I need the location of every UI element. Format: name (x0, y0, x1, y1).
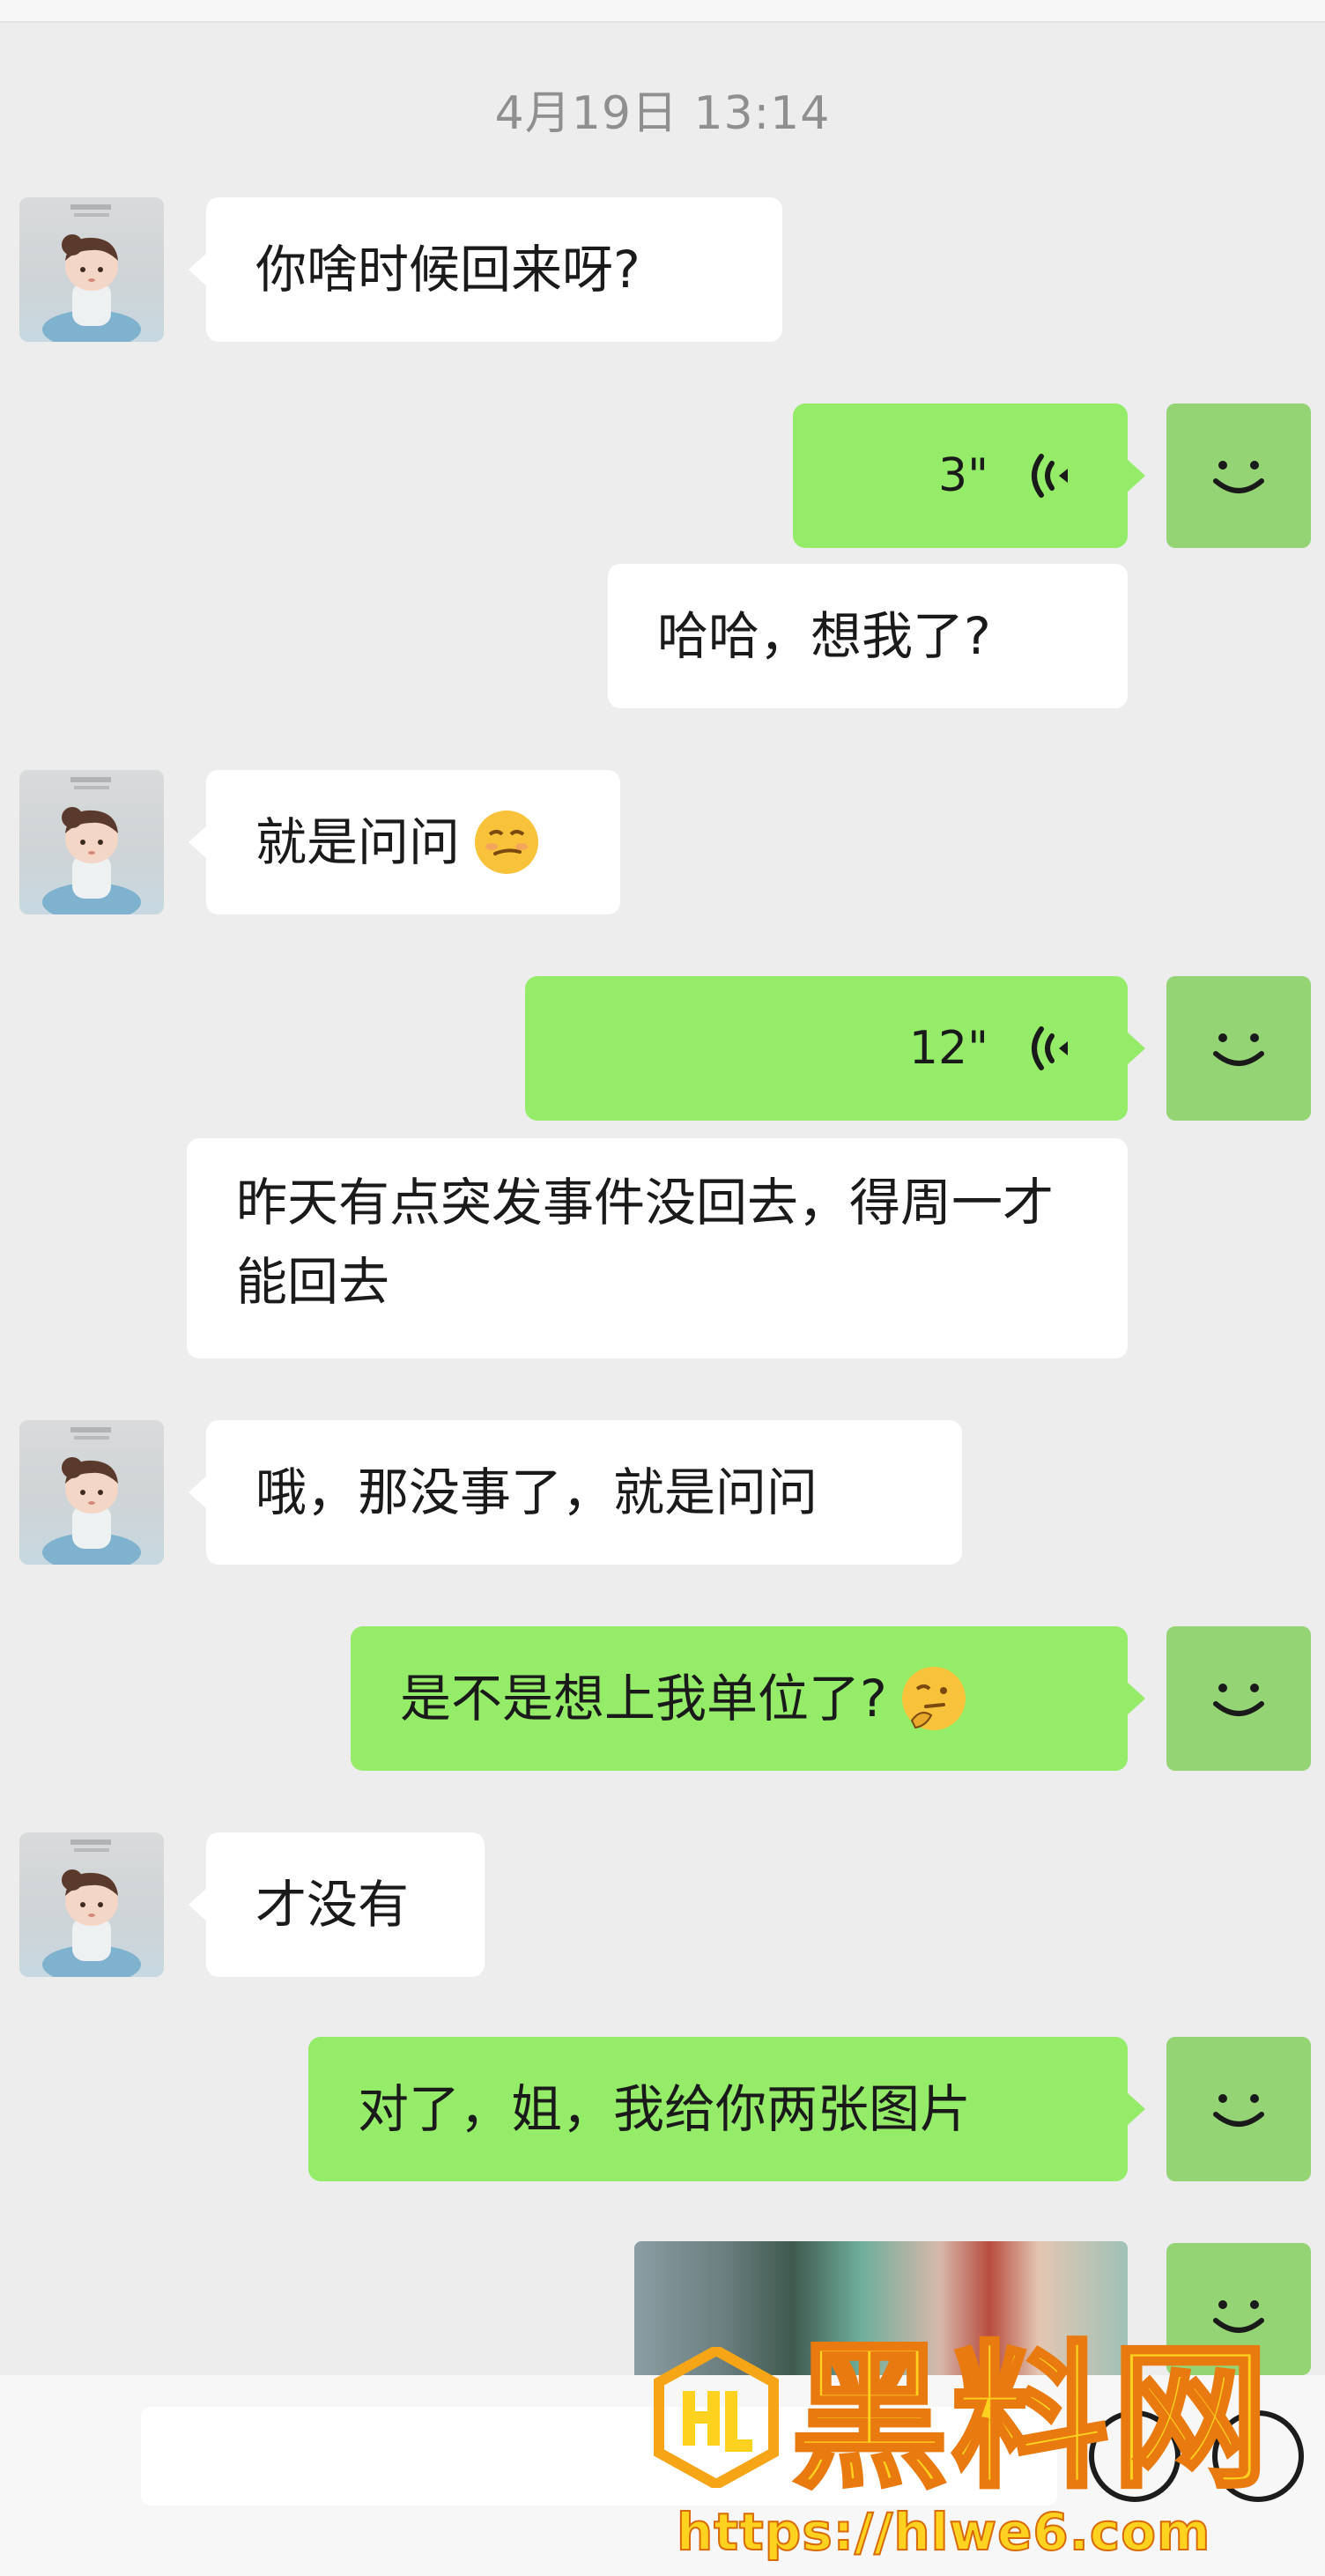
top-divider (0, 0, 1325, 23)
contact-avatar[interactable] (19, 770, 164, 914)
watermark-url: https://hlwe6.com (676, 2501, 1211, 2563)
thinking-emoji-icon (901, 1667, 966, 1730)
message-text: 昨天有点突发事件没回去，得周一才能回去 (236, 1173, 1055, 1312)
contact-avatar[interactable] (19, 1420, 164, 1565)
self-avatar[interactable] (1166, 2037, 1311, 2181)
message-text: 哦，那没事了，就是问问 (255, 1462, 818, 1522)
girl-avatar-icon (42, 1427, 141, 1565)
message-text: 你啥时候回来呀? (255, 240, 640, 300)
smiley-avatar-icon (1213, 2094, 1264, 2127)
voice-message-bubble[interactable]: 3" (793, 403, 1145, 548)
watermark-logo-icon (654, 2347, 779, 2488)
message-text: 哈哈，想我了? (657, 606, 991, 666)
message-text: 对了，姐，我给你两张图片 (358, 2079, 972, 2139)
smiley-avatar-icon (1213, 1684, 1264, 1716)
contact-message-bubble[interactable]: 你啥时候回来呀? (189, 197, 782, 342)
message-text: 就是问问 (255, 812, 461, 872)
girl-avatar-icon (42, 777, 141, 914)
chat-window: 4月19日 13:14 你啥时候回来呀? 3" 哈哈，想我了? 就是问问 12"… (0, 0, 1325, 2576)
voice-duration: 12" (908, 1022, 988, 1075)
message-text: 才没有 (255, 1875, 410, 1935)
smiley-avatar-icon (1213, 461, 1264, 493)
self-message-bubble[interactable]: 昨天有点突发事件没回去，得周一才能回去 (187, 1138, 1128, 1358)
self-avatar[interactable] (1166, 1626, 1311, 1771)
voice-wave-icon (1032, 454, 1068, 498)
watermark-title: 黑料网 (789, 2327, 1272, 2509)
self-message-bubble[interactable]: 是不是想上我单位了? (351, 1626, 1145, 1771)
self-avatar[interactable] (1166, 976, 1311, 1121)
contact-message-bubble[interactable]: 哦，那没事了，就是问问 (189, 1420, 962, 1565)
self-message-bubble[interactable]: 对了，姐，我给你两张图片 (308, 2037, 1145, 2181)
voice-message-bubble[interactable]: 12" (525, 976, 1145, 1121)
girl-avatar-icon (42, 204, 141, 342)
contact-message-bubble[interactable]: 就是问问 (189, 770, 620, 914)
watermark: 黑料网 https://hlwe6.com (650, 2327, 1320, 2572)
self-avatar[interactable] (1166, 403, 1311, 548)
contact-avatar[interactable] (19, 1832, 164, 1977)
message-timestamp: 4月19日 13:14 (494, 87, 831, 140)
self-message-bubble[interactable]: 哈哈，想我了? (608, 564, 1128, 708)
voice-wave-icon (1032, 1026, 1068, 1070)
girl-avatar-icon (42, 1839, 141, 1977)
smirk-emoji-icon (475, 811, 539, 874)
smiley-avatar-icon (1213, 1033, 1264, 1066)
voice-duration: 3" (937, 449, 988, 502)
contact-avatar[interactable] (19, 197, 164, 342)
message-text: 是不是想上我单位了? (400, 1669, 887, 1728)
contact-message-bubble[interactable]: 才没有 (189, 1832, 485, 1977)
